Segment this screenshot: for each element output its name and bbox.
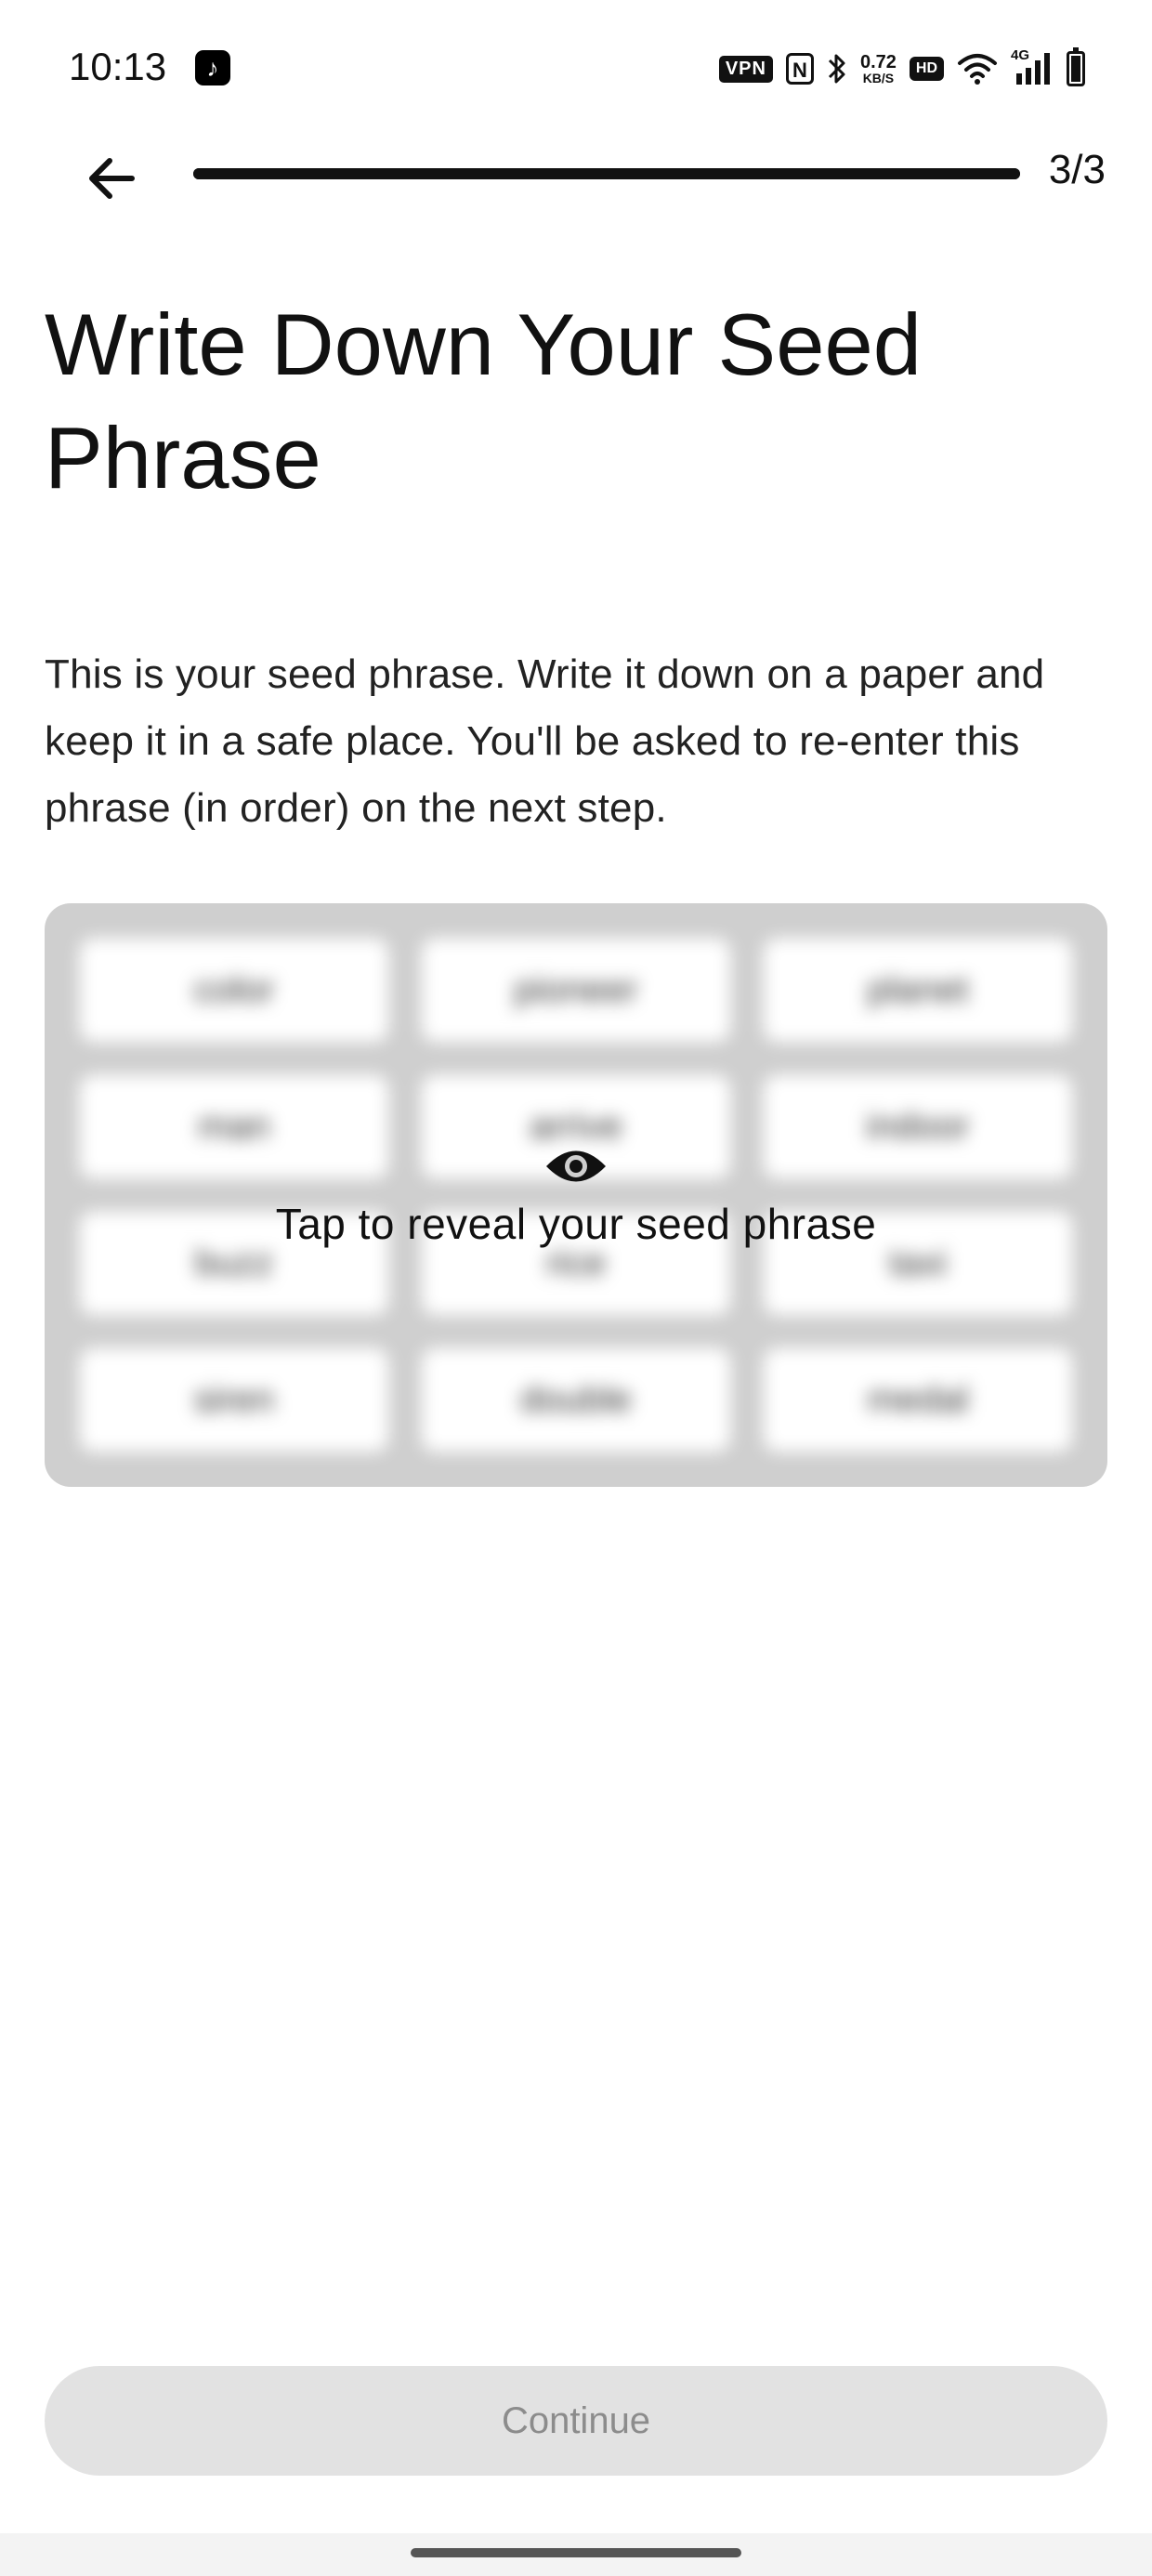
seed-word: siren	[80, 1348, 388, 1452]
step-counter: 3/3	[1048, 147, 1106, 192]
arrow-left-icon	[89, 158, 135, 199]
progress-bar	[193, 168, 1020, 179]
navigation-bar	[0, 2533, 1152, 2576]
seed-word: color	[80, 939, 388, 1042]
page-title: Write Down Your Seed Phrase	[45, 296, 923, 506]
seed-word: pioneer	[422, 939, 730, 1042]
seed-word: double	[422, 1348, 730, 1452]
reveal-label: Tap to reveal your seed phrase	[275, 1200, 877, 1248]
network-speed-value: 0.72	[859, 52, 897, 72]
status-time: 10:13	[69, 45, 167, 88]
eye-icon	[546, 1150, 606, 1182]
status-icons: VPN N 0.72 KB/S HD 4G	[718, 46, 1085, 91]
seed-word: medal	[764, 1348, 1072, 1452]
tiktok-icon: ♪	[195, 50, 230, 85]
signal-icon: 4G	[1011, 47, 1054, 86]
wifi-icon	[958, 54, 997, 85]
status-bar: 10:13 ♪ VPN N 0.72 KB/S HD 4G	[0, 0, 1152, 130]
nfc-icon: N	[785, 53, 814, 85]
page-description: This is your seed phrase. Write it down …	[45, 651, 1045, 831]
reveal-overlay: Tap to reveal your seed phrase	[45, 1143, 1107, 1249]
header: 3/3	[0, 130, 1152, 214]
continue-button[interactable]: Continue	[45, 2366, 1107, 2476]
battery-icon	[1067, 47, 1085, 86]
network-speed-unit: KB/S	[862, 71, 895, 85]
bluetooth-icon	[828, 54, 845, 84]
network-speed: 0.72 KB/S	[860, 53, 897, 85]
seed-phrase-card[interactable]: color pioneer planet man arrive indoor buzz ric…	[45, 903, 1107, 1487]
home-indicator[interactable]	[411, 2548, 741, 2557]
seed-word: planet	[764, 939, 1072, 1042]
back-button[interactable]	[74, 141, 149, 216]
hd-badge: HD	[909, 57, 944, 81]
progress-fill	[193, 168, 1020, 179]
vpn-badge: VPN	[718, 55, 773, 83]
